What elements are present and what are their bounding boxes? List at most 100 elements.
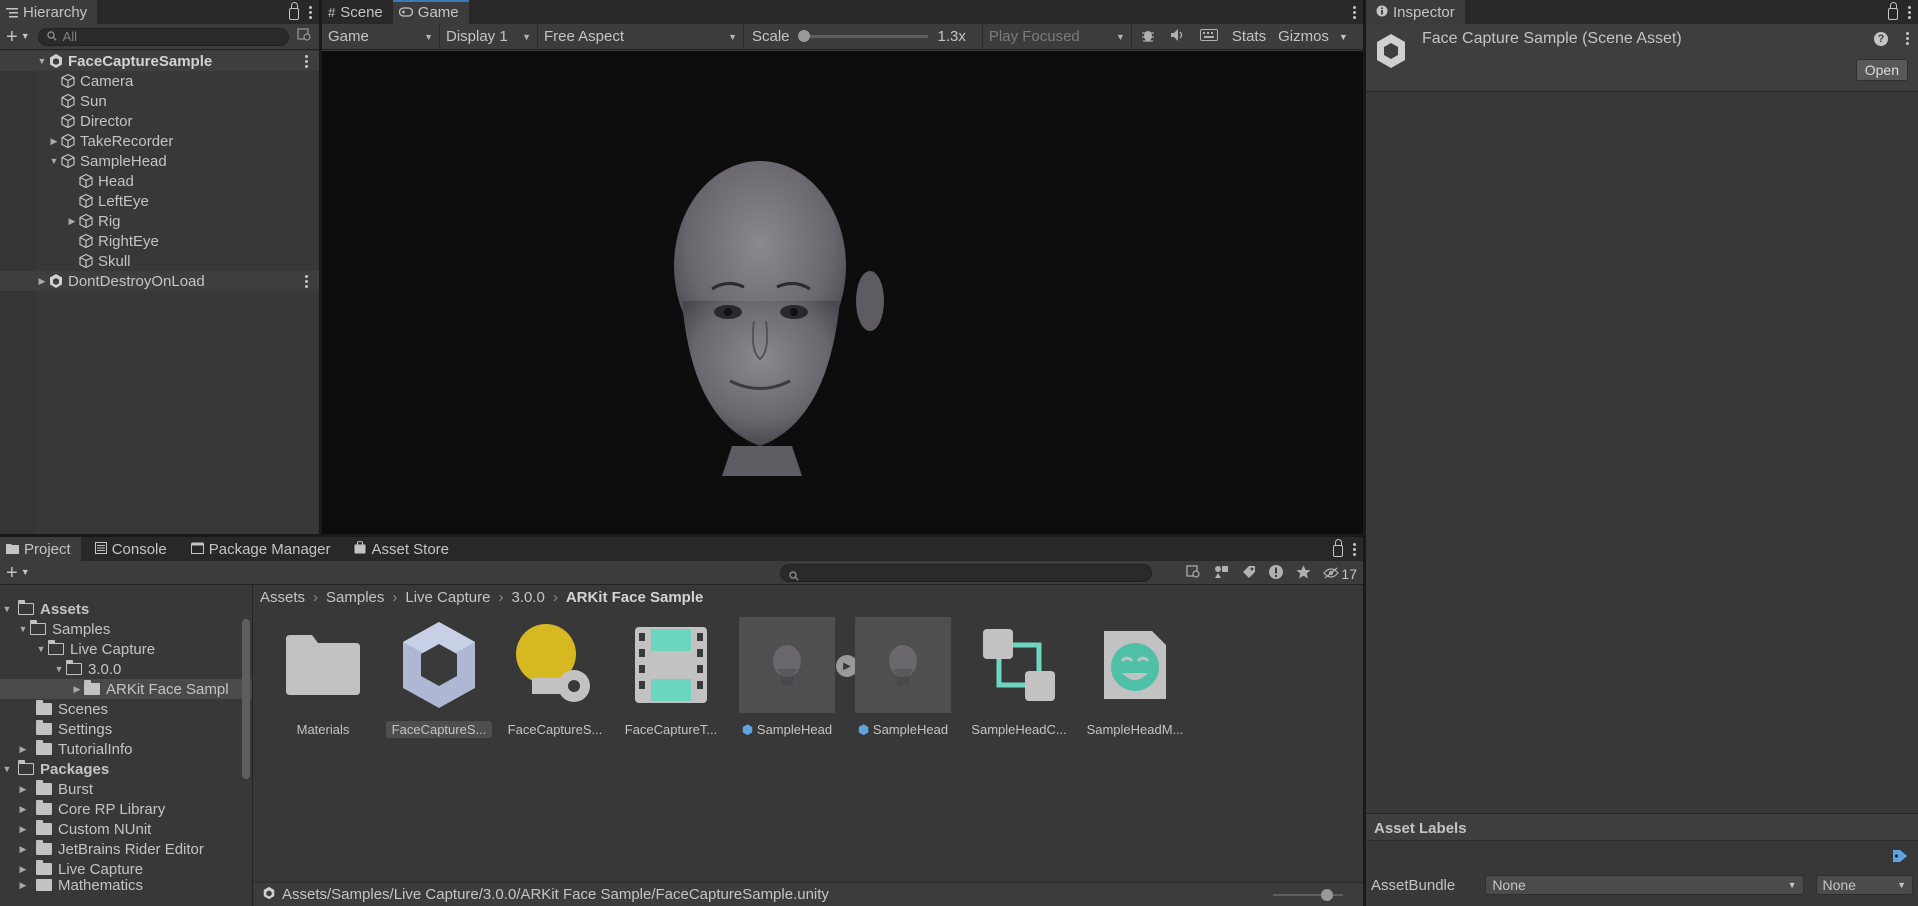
display-dropdown[interactable]: Display 1 ▼ xyxy=(440,23,538,50)
asset-item[interactable]: ⬢ SampleHead ▶ xyxy=(734,617,858,739)
asset-item[interactable]: SampleHeadM... xyxy=(1082,617,1188,738)
tree-item-burst[interactable]: ▶ Burst xyxy=(0,779,252,799)
hierarchy-search[interactable]: All xyxy=(37,27,289,46)
more-options-icon[interactable] xyxy=(1353,5,1357,19)
tab-asset-store[interactable]: Asset Store xyxy=(340,537,459,561)
tree-item-arkit-face-sample[interactable]: ▶ ARKit Face Sampl xyxy=(0,679,252,699)
expand-arrow-icon[interactable]: ▼ xyxy=(52,664,66,674)
scene-options-icon[interactable] xyxy=(305,54,309,68)
open-button[interactable]: Open xyxy=(1855,59,1908,81)
expand-arrow-icon[interactable]: ▼ xyxy=(48,156,60,166)
asset-item[interactable]: ⬢ SampleHead xyxy=(850,617,956,739)
asset-item[interactable]: FaceCaptureT... xyxy=(618,617,724,738)
tab-package-manager[interactable]: Package Manager xyxy=(177,537,341,561)
help-icon[interactable]: ? xyxy=(1874,32,1888,46)
tree-item-settings[interactable]: Settings xyxy=(0,719,252,739)
tree-item-custom-nunit[interactable]: ▶ Custom NUnit xyxy=(0,819,252,839)
tab-scene[interactable]: # Scene xyxy=(322,0,393,24)
audio-icon[interactable] xyxy=(1170,28,1186,46)
expand-arrow-icon[interactable]: ▼ xyxy=(0,604,14,614)
hierarchy-item-takerecorder[interactable]: ▶ TakeRecorder xyxy=(0,131,319,151)
tree-item-mathematics[interactable]: ▶ Mathematics xyxy=(0,879,252,891)
collapsed-arrow-icon[interactable]: ▶ xyxy=(16,844,30,855)
keyboard-icon[interactable] xyxy=(1199,28,1218,45)
collapsed-arrow-icon[interactable]: ▶ xyxy=(16,804,30,815)
hidden-packages-toggle[interactable]: 17 xyxy=(1323,566,1357,582)
tag-icon[interactable] xyxy=(1892,849,1908,866)
hierarchy-item-lefteye[interactable]: LeftEye xyxy=(0,191,319,211)
more-options-icon[interactable] xyxy=(309,5,313,19)
icon-size-slider[interactable] xyxy=(1273,889,1343,901)
expand-arrow-icon[interactable]: ▼ xyxy=(34,644,48,654)
breadcrumb-item[interactable]: Live Capture xyxy=(405,589,490,606)
collapsed-arrow-icon[interactable]: ▶ xyxy=(16,744,30,755)
project-search[interactable] xyxy=(780,564,1152,582)
tree-item-tutorialinfo[interactable]: ▶ TutorialInfo xyxy=(0,739,252,759)
tree-item-core-rp-library[interactable]: ▶ Core RP Library xyxy=(0,799,252,819)
gizmos-button[interactable]: Gizmos xyxy=(1278,28,1329,45)
collapsed-arrow-icon[interactable]: ▶ xyxy=(48,136,60,147)
hierarchy-item-director[interactable]: Director xyxy=(0,111,319,131)
asset-item[interactable]: SampleHeadC... xyxy=(966,617,1072,738)
tree-item-assets[interactable]: ▼ Assets xyxy=(0,599,252,619)
label-filter-icon[interactable] xyxy=(1242,565,1256,582)
tree-scrollbar[interactable] xyxy=(242,619,250,779)
bug-icon[interactable] xyxy=(1140,27,1156,47)
search-by-type-icon[interactable] xyxy=(297,28,313,45)
aspect-dropdown[interactable]: Free Aspect ▼ xyxy=(538,23,744,50)
tab-game[interactable]: Game xyxy=(392,0,469,24)
more-options-icon[interactable] xyxy=(1906,32,1910,45)
lock-icon[interactable] xyxy=(1888,2,1898,20)
assetbundle-dropdown[interactable]: None ▼ xyxy=(1485,875,1804,895)
breadcrumb-current[interactable]: ARKit Face Sample xyxy=(566,589,704,606)
tree-item-live-capture[interactable]: ▼ Live Capture xyxy=(0,639,252,659)
warning-filter-icon[interactable] xyxy=(1268,564,1284,583)
filter-by-type-icon[interactable] xyxy=(1214,565,1230,582)
expand-arrow-icon[interactable]: ▼ xyxy=(0,764,14,774)
lock-icon[interactable] xyxy=(289,2,299,20)
hierarchy-item-rig[interactable]: ▶ Rig xyxy=(0,211,319,231)
hierarchy-item-sun[interactable]: Sun xyxy=(0,91,319,111)
play-mode-dropdown[interactable]: Play Focused ▼ xyxy=(981,23,1132,50)
collapsed-arrow-icon[interactable]: ▶ xyxy=(36,276,48,287)
star-icon[interactable] xyxy=(1296,565,1311,582)
collapsed-arrow-icon[interactable]: ▶ xyxy=(66,216,78,227)
tree-item-scenes[interactable]: Scenes xyxy=(0,699,252,719)
collapsed-arrow-icon[interactable]: ▶ xyxy=(70,684,84,695)
asset-item[interactable]: FaceCaptureS... xyxy=(386,617,492,738)
breadcrumb-item[interactable]: Assets xyxy=(260,589,305,606)
tree-item-jetbrains-rider-editor[interactable]: ▶ JetBrains Rider Editor xyxy=(0,839,252,859)
stats-button[interactable]: Stats xyxy=(1232,28,1266,45)
hierarchy-item-dontdestroyonload[interactable]: ▶ DontDestroyOnLoad xyxy=(0,271,319,291)
create-button[interactable]: + ▼ xyxy=(6,563,30,583)
hierarchy-scene-row[interactable]: ▼ FaceCaptureSample xyxy=(0,51,319,71)
more-options-icon[interactable] xyxy=(1908,5,1912,19)
tree-item-packages[interactable]: ▼ Packages xyxy=(0,759,252,779)
game-canvas[interactable] xyxy=(322,51,1363,534)
more-options-icon[interactable] xyxy=(1353,542,1357,556)
hierarchy-item-head[interactable]: Head xyxy=(0,171,319,191)
scale-slider-knob[interactable] xyxy=(797,30,810,42)
breadcrumb-item[interactable]: Samples xyxy=(326,589,384,606)
expand-arrow-icon[interactable]: ▼ xyxy=(36,56,48,66)
tree-item-3-0-0[interactable]: ▼ 3.0.0 xyxy=(0,659,252,679)
chevron-down-icon[interactable]: ▼ xyxy=(1339,32,1348,42)
asset-item[interactable]: FaceCaptureS... xyxy=(502,617,608,738)
hierarchy-item-skull[interactable]: Skull xyxy=(0,251,319,271)
tab-console[interactable]: Console xyxy=(81,537,177,561)
assetbundle-variant-dropdown[interactable]: None ▼ xyxy=(1815,875,1913,895)
tab-project[interactable]: Project xyxy=(0,537,81,561)
lock-icon[interactable] xyxy=(1333,539,1343,557)
scale-slider[interactable] xyxy=(797,30,928,42)
collapsed-arrow-icon[interactable]: ▶ xyxy=(16,784,30,795)
tree-item-samples[interactable]: ▼ Samples xyxy=(0,619,252,639)
hierarchy-item-samplehead[interactable]: ▼ SampleHead xyxy=(0,151,319,171)
tab-inspector[interactable]: Inspector xyxy=(1366,0,1465,24)
asset-labels-header[interactable]: Asset Labels xyxy=(1366,813,1918,841)
hierarchy-item-righteye[interactable]: RightEye xyxy=(0,231,319,251)
tab-hierarchy[interactable]: Hierarchy xyxy=(0,0,98,24)
hierarchy-item-camera[interactable]: Camera xyxy=(0,71,319,91)
expand-arrow-icon[interactable]: ▼ xyxy=(16,624,30,634)
game-mode-dropdown[interactable]: Game ▼ xyxy=(322,23,440,50)
tree-item-live-capture-package[interactable]: ▶ Live Capture xyxy=(0,859,252,879)
